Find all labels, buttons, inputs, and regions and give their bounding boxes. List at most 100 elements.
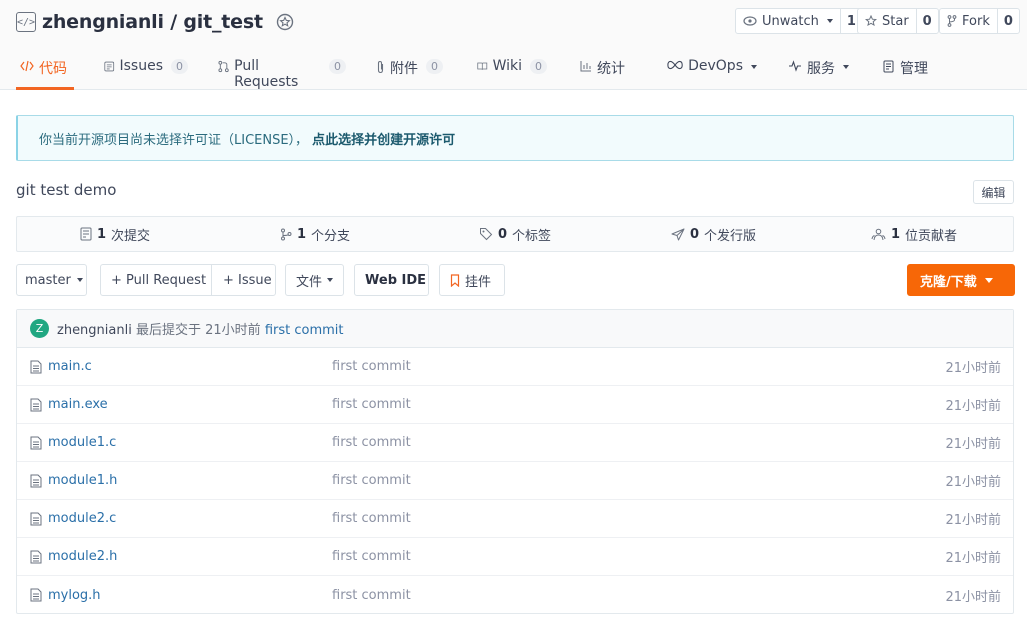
file-commit-time: 21小时前 (945, 399, 1001, 414)
file-commit-message[interactable]: first commit (332, 549, 411, 564)
chevron-down-icon (826, 19, 833, 23)
tab-manage[interactable]: 管理 (883, 52, 933, 90)
file-menu-inner: 文件 (286, 265, 343, 295)
bar-chart-icon (580, 61, 591, 72)
latest-commit-bar: Z zhengnianli 最后提交于 21小时前 first commit (17, 310, 1013, 348)
new-pull-request-button[interactable]: + Pull Request (101, 265, 211, 295)
fork-count[interactable]: 0 (998, 9, 1019, 33)
file-commit-message[interactable]: first commit (332, 359, 411, 374)
tab-label: DevOps (688, 58, 743, 74)
commit-message[interactable]: first commit (265, 323, 344, 338)
bookmark-icon (450, 273, 460, 287)
file-commit-message[interactable]: first commit (332, 473, 411, 488)
branch-select-inner: master (17, 265, 91, 295)
stat-contributors[interactable]: 1 位贡献者 (871, 225, 957, 244)
stat-label: 个发行版 (704, 228, 757, 244)
stat-number: 0 (498, 226, 508, 242)
file-row[interactable]: main.c first commit 21小时前 (17, 348, 1013, 386)
stat-number: 1 (891, 226, 901, 242)
chevron-down-icon (751, 65, 757, 69)
file-row[interactable]: module2.c first commit 21小时前 (17, 500, 1013, 538)
watch-button[interactable]: Unwatch (736, 9, 841, 33)
file-commit-message[interactable]: first commit (332, 397, 411, 412)
file-name-link[interactable]: module2.h (48, 549, 117, 564)
create-button-group: + Pull Request + Issue (100, 264, 276, 296)
file-icon (30, 512, 42, 526)
tab-services[interactable]: 服务 (788, 52, 850, 90)
repo-name-link[interactable]: git_test (183, 11, 263, 33)
file-name-link[interactable]: module1.c (48, 435, 116, 450)
watch-button-group: Unwatch 1 (735, 8, 863, 34)
tab-devops[interactable]: DevOps (667, 52, 757, 90)
repo-header: </> zhengnianli / git_test Unwatch 1 Sta… (0, 0, 1027, 90)
file-name-link[interactable]: main.exe (48, 397, 108, 412)
tab-code[interactable]: 代码 (16, 52, 74, 90)
file-commit-time: 21小时前 (945, 589, 1001, 605)
chevron-down-icon (327, 278, 334, 282)
file-name-link[interactable]: module1.h (48, 473, 117, 488)
new-issue-button[interactable]: + Issue (211, 265, 277, 295)
file-icon (30, 588, 42, 602)
file-menu-button[interactable]: 文件 (285, 264, 344, 296)
stat-label: 个标签 (512, 228, 552, 244)
web-ide-button[interactable]: Web IDE (354, 264, 429, 296)
widget-button[interactable]: 挂件 (439, 264, 505, 296)
recommend-badge-icon[interactable] (275, 12, 295, 32)
tab-attachments[interactable]: 附件 0 (376, 52, 448, 90)
fork-icon (947, 15, 957, 27)
repo-description: git test demo (16, 181, 117, 199)
eye-icon (743, 16, 757, 26)
star-button[interactable]: Star (858, 9, 917, 33)
stat-commits[interactable]: 1 次提交 (80, 225, 150, 244)
clone-download-button[interactable]: 克隆/下载 (907, 264, 1015, 296)
paperclip-icon (377, 60, 384, 74)
license-text: 你当前开源项目尚未选择许可证（LICENSE）， (39, 132, 309, 148)
repo-title: </> zhengnianli / git_test (16, 8, 295, 36)
file-commit-time: 21小时前 (945, 475, 1001, 490)
branch-select[interactable]: master (16, 264, 87, 296)
star-button-group: Star 0 (857, 8, 939, 34)
code-repo-icon: </> (16, 12, 36, 32)
tab-pull-requests[interactable]: Pull Requests 0 (218, 52, 346, 90)
file-row[interactable]: module2.h first commit 21小时前 (17, 538, 1013, 576)
repo-owner-link[interactable]: zhengnianli (42, 11, 164, 33)
stat-number: 1 (97, 226, 107, 242)
chevron-down-icon (984, 277, 993, 283)
avatar[interactable]: Z (30, 319, 49, 338)
license-link[interactable]: 点此选择并创建开源许可 (312, 129, 455, 148)
commit-author[interactable]: zhengnianli (57, 323, 132, 338)
file-icon (30, 398, 42, 412)
commit-doc-icon (80, 227, 92, 241)
file-commit-message[interactable]: first commit (332, 588, 411, 603)
file-row[interactable]: main.exe first commit 21小时前 (17, 386, 1013, 424)
branch-name: master (25, 272, 71, 288)
star-icon (865, 15, 877, 27)
edit-description-button[interactable]: 编辑 (973, 180, 1014, 204)
tab-stats[interactable]: 统计 (580, 52, 634, 90)
file-commit-message[interactable]: first commit (332, 511, 411, 526)
pulse-icon (789, 60, 801, 72)
file-commit-time: 21小时前 (945, 513, 1001, 528)
watch-label: Unwatch (762, 13, 819, 29)
tab-issues[interactable]: Issues 0 (104, 52, 188, 90)
tab-count: 0 (329, 59, 346, 74)
file-row[interactable]: module1.c first commit 21小时前 (17, 424, 1013, 462)
repo-separator: / (170, 11, 177, 33)
tab-wiki[interactable]: Wiki 0 (477, 52, 547, 90)
file-name-link[interactable]: module2.c (48, 511, 116, 526)
file-commit-time: 21小时前 (945, 551, 1001, 566)
stat-branches[interactable]: 1 个分支 (280, 225, 350, 244)
fork-button[interactable]: Fork (940, 9, 998, 33)
file-row[interactable]: mylog.h first commit 21小时前 (17, 576, 1013, 614)
stat-releases[interactable]: 0 个发行版 (671, 225, 756, 244)
star-count[interactable]: 0 (917, 9, 938, 33)
tab-label: 统计 (597, 61, 625, 77)
file-commit-message[interactable]: first commit (332, 435, 411, 450)
stat-tags[interactable]: 0 个标签 (479, 225, 551, 244)
file-name-link[interactable]: mylog.h (48, 588, 101, 603)
repo-stats-bar: 1 次提交 1 个分支 0 个标签 0 个发行版 1 位贡献者 (16, 216, 1014, 252)
clone-label: 克隆/下载 (920, 274, 977, 290)
file-name-link[interactable]: main.c (48, 359, 92, 374)
file-row[interactable]: module1.h first commit 21小时前 (17, 462, 1013, 500)
tab-label: 服务 (807, 61, 835, 77)
